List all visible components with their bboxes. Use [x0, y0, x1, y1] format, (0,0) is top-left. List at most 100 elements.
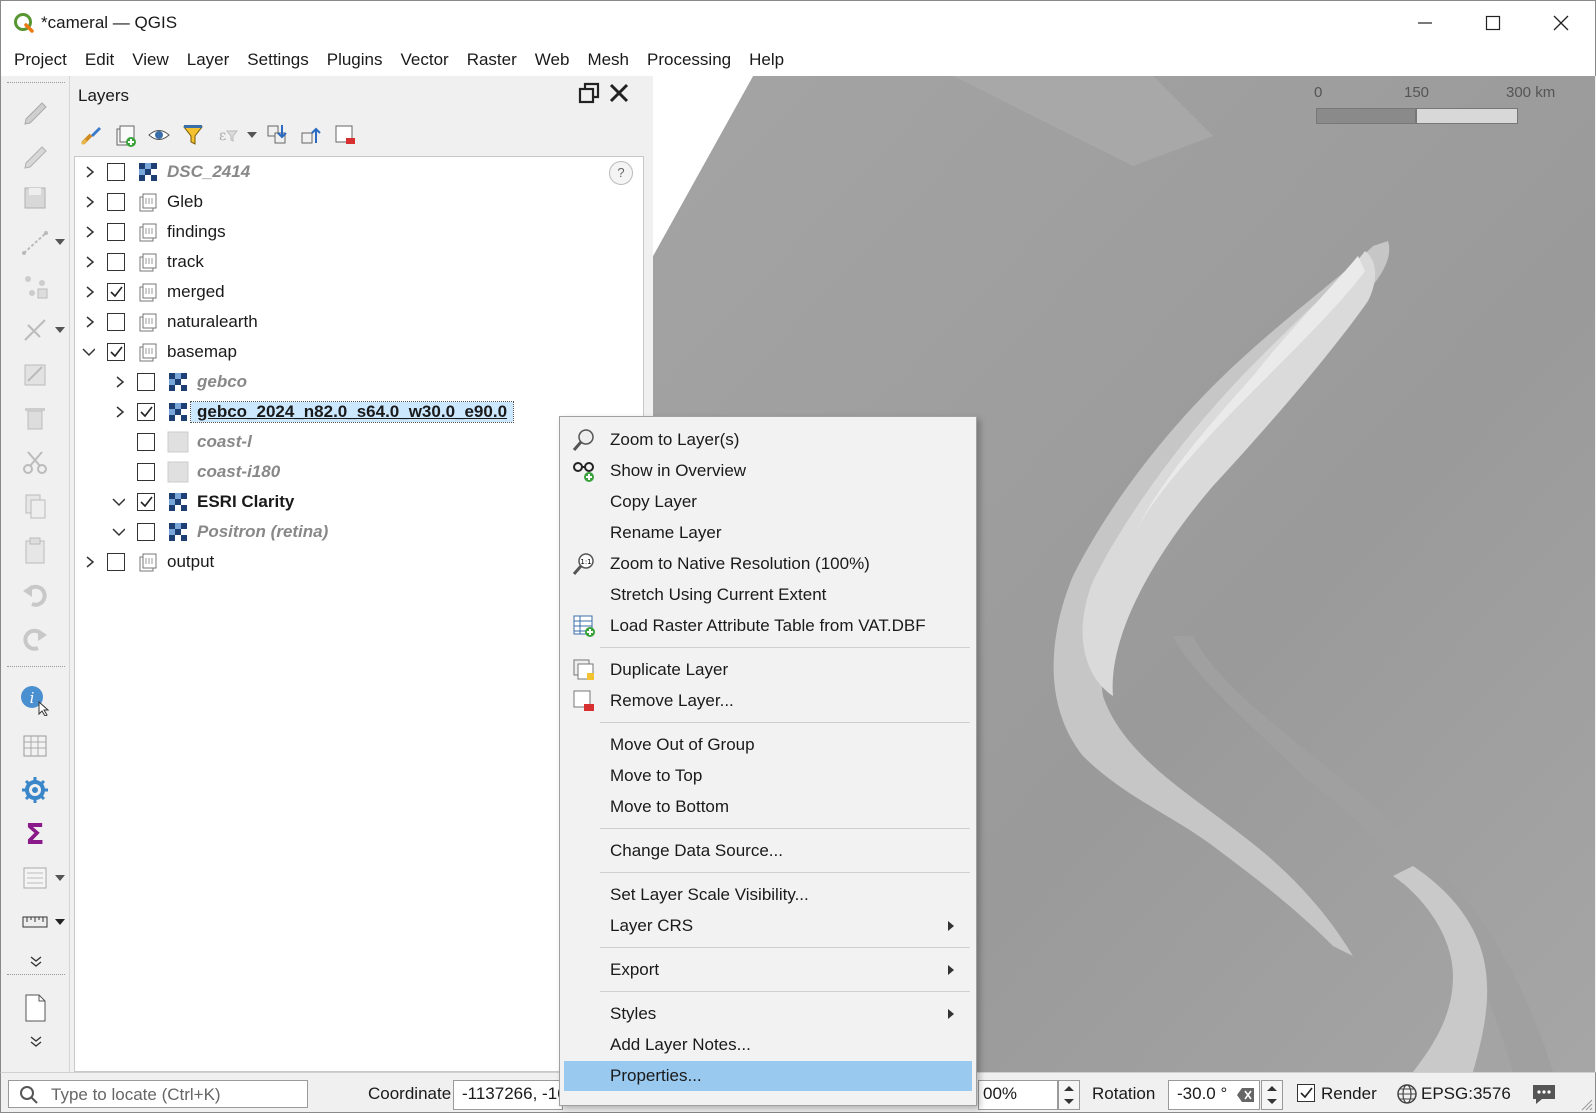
menu-view[interactable]: View [123, 44, 178, 76]
menu-item-load-raster-attribute-table[interactable]: Load Raster Attribute Table from VAT.DBF [564, 611, 972, 641]
copy-features-button[interactable] [15, 486, 55, 526]
layer-row[interactable]: merged [75, 277, 643, 307]
processing-toolbox-button[interactable] [15, 770, 55, 810]
rotation-spinner-icon[interactable] [1261, 1080, 1283, 1110]
menu-help[interactable]: Help [740, 44, 793, 76]
menu-layer[interactable]: Layer [178, 44, 239, 76]
layer-row[interactable]: track [75, 247, 643, 277]
menu-item-move-to-bottom[interactable]: Move to Bottom [564, 792, 972, 822]
manage-visibility-button[interactable] [144, 120, 174, 150]
menu-item-duplicate-layer[interactable]: Duplicate Layer [564, 655, 972, 685]
chevron-right-icon[interactable] [83, 224, 97, 240]
menu-raster[interactable]: Raster [458, 44, 526, 76]
chevron-right-icon[interactable] [113, 374, 127, 390]
paste-features-button[interactable] [15, 530, 55, 570]
measure-line-button[interactable] [15, 902, 55, 942]
vertex-tool-button[interactable] [15, 266, 55, 306]
chevron-down-icon[interactable] [111, 494, 125, 510]
globe-icon[interactable] [1396, 1083, 1418, 1105]
menu-item-change-data-source[interactable]: Change Data Source... [564, 836, 972, 866]
identify-features-button[interactable]: i [15, 680, 55, 720]
save-edits-button[interactable] [15, 178, 55, 218]
delete-selected-button[interactable] [15, 398, 55, 438]
filter-by-expression-button[interactable]: ε [212, 120, 242, 150]
menu-settings[interactable]: Settings [238, 44, 317, 76]
dropdown-arrow-icon[interactable] [55, 875, 65, 881]
layer-visibility-checkbox[interactable] [137, 433, 155, 451]
menu-plugins[interactable]: Plugins [318, 44, 392, 76]
menu-item-stretch-current-extent[interactable]: Stretch Using Current Extent [564, 580, 972, 610]
menu-item-show-in-overview[interactable]: Show in Overview [564, 456, 972, 486]
layer-visibility-checkbox[interactable] [107, 553, 125, 571]
maximize-button[interactable] [1459, 1, 1527, 45]
render-checkbox[interactable] [1297, 1084, 1315, 1102]
layer-visibility-checkbox[interactable] [107, 193, 125, 211]
digitize-line-button[interactable] [15, 222, 55, 262]
locator-search-input[interactable]: Type to locate (Ctrl+K) [8, 1080, 308, 1108]
layer-visibility-checkbox[interactable] [107, 223, 125, 241]
coordinate-field[interactable]: -1137266, -16 [453, 1080, 563, 1110]
magnifier-spinner-icon[interactable] [1058, 1080, 1080, 1110]
filter-legend-button[interactable] [178, 120, 208, 150]
layer-row[interactable]: coast-l [75, 427, 643, 457]
menu-vector[interactable]: Vector [392, 44, 458, 76]
menu-project[interactable]: Project [5, 44, 76, 76]
layer-row[interactable]: Gleb [75, 187, 643, 217]
style-manager-button[interactable] [76, 120, 106, 150]
menu-edit[interactable]: Edit [76, 44, 123, 76]
layer-visibility-checkbox[interactable] [137, 403, 155, 421]
menu-item-rename-layer[interactable]: Rename Layer [564, 518, 972, 548]
add-group-button[interactable] [110, 120, 140, 150]
menu-item-set-scale-visibility[interactable]: Set Layer Scale Visibility... [564, 880, 972, 910]
menu-item-zoom-native-resolution[interactable]: 1:1 Zoom to Native Resolution (100%) [564, 549, 972, 579]
dropdown-arrow-icon[interactable] [55, 919, 65, 925]
clear-icon[interactable] [1237, 1087, 1255, 1103]
chevron-right-icon[interactable] [83, 314, 97, 330]
chevron-down-icon[interactable] [111, 524, 125, 540]
menu-item-export[interactable]: Export [564, 955, 972, 985]
layer-visibility-checkbox[interactable] [137, 373, 155, 391]
menu-item-zoom-to-layers[interactable]: Zoom to Layer(s) [564, 425, 972, 455]
toolbar-handle[interactable] [7, 82, 65, 84]
menu-item-move-out-of-group[interactable]: Move Out of Group [564, 730, 972, 760]
chevron-double-down-icon[interactable] [29, 1036, 43, 1048]
layer-row[interactable]: Positron (retina) [75, 517, 643, 547]
menu-item-styles[interactable]: Styles [564, 999, 972, 1029]
dropdown-arrow-icon[interactable] [55, 327, 65, 333]
messages-icon[interactable] [1531, 1082, 1557, 1106]
dropdown-arrow-icon[interactable] [246, 131, 258, 139]
layer-visibility-checkbox[interactable] [137, 493, 155, 511]
layer-row[interactable]: basemap [75, 337, 643, 367]
layer-visibility-checkbox[interactable] [137, 523, 155, 541]
chevron-double-down-icon[interactable] [29, 956, 43, 968]
layer-visibility-checkbox[interactable] [107, 283, 125, 301]
dropdown-arrow-icon[interactable] [55, 239, 65, 245]
close-window-button[interactable] [1527, 1, 1595, 45]
close-panel-icon[interactable] [608, 82, 630, 104]
menu-item-copy-layer[interactable]: Copy Layer [564, 487, 972, 517]
layer-row[interactable]: coast-i180 [75, 457, 643, 487]
redo-button[interactable] [15, 618, 55, 658]
open-table-button[interactable] [15, 858, 55, 898]
menu-processing[interactable]: Processing [638, 44, 740, 76]
resize-grip-icon[interactable] [1579, 1097, 1593, 1111]
layer-row[interactable]: DSC_2414 [75, 157, 643, 187]
toggle-editing-button[interactable] [15, 90, 55, 130]
menu-item-properties[interactable]: Properties... [564, 1061, 972, 1091]
chevron-right-icon[interactable] [83, 254, 97, 270]
modify-attributes-button[interactable] [15, 354, 55, 394]
magnifier-field[interactable]: 00% [978, 1080, 1058, 1110]
chevron-right-icon[interactable] [113, 404, 127, 420]
chevron-right-icon[interactable] [83, 284, 97, 300]
layer-row[interactable]: findings [75, 217, 643, 247]
advanced-digitize-button[interactable] [15, 310, 55, 350]
menu-mesh[interactable]: Mesh [578, 44, 638, 76]
layer-row[interactable]: naturalearth [75, 307, 643, 337]
expand-all-button[interactable] [262, 120, 292, 150]
statistical-summary-button[interactable]: Σ [15, 814, 55, 854]
chevron-right-icon[interactable] [83, 554, 97, 570]
edit-layer-button[interactable] [15, 134, 55, 174]
menu-item-add-layer-notes[interactable]: Add Layer Notes... [564, 1030, 972, 1060]
chevron-right-icon[interactable] [83, 164, 97, 180]
attribute-table-button[interactable] [15, 726, 55, 766]
